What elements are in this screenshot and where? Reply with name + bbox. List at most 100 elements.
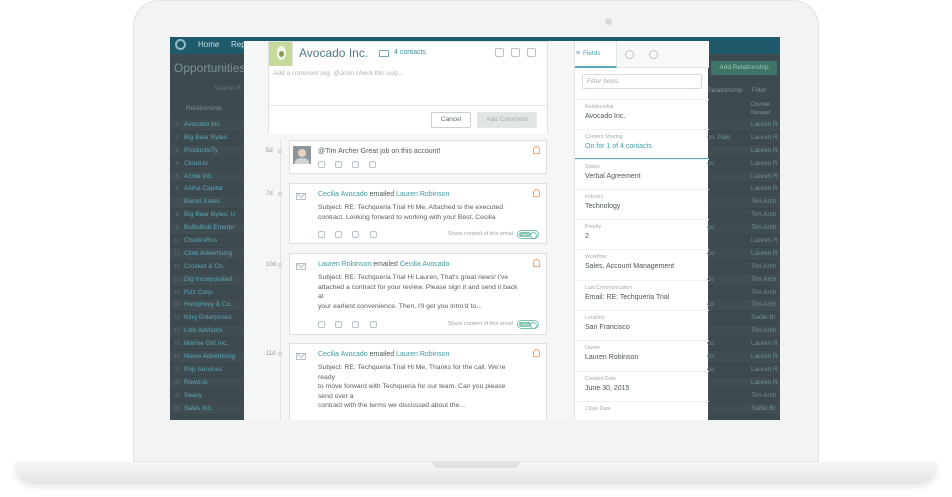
timeline-age: 11d [266,351,276,357]
field-label: Created Date [585,376,616,382]
email-body-line: contract with the terms we discussed abo… [318,402,465,410]
reply-all-icon[interactable] [352,231,359,238]
tab-fields[interactable]: Fields [575,41,617,68]
timeline-dot [278,149,282,153]
comment-icon[interactable] [527,48,536,57]
row-number: 14 [174,289,180,296]
trash-icon[interactable] [369,161,376,168]
comment-input[interactable]: Add a comment (eg. @John check this out)… [273,70,403,77]
recipient-link[interactable]: Lauren Robinson [396,191,449,198]
email-item: Cecilia Avocado emailed Lauren Robinson … [289,183,547,244]
email-body-line: Subject: RE: Techqueria Trial Hi Me, Att… [318,204,503,211]
field-label: Content Sharing [585,134,623,140]
reply-all-icon[interactable] [352,321,359,328]
reply-icon[interactable] [318,231,325,238]
owner-name: Lauren R [751,146,778,154]
file-icon[interactable] [511,48,520,57]
field-content-sharing[interactable]: Content Sharing On for 1 of 4 contacts [575,129,709,159]
like-icon[interactable] [335,321,342,328]
toggle-label: YES [521,322,530,327]
row-number: 19 [174,354,180,361]
field-priority[interactable]: Priority 2 [575,219,709,249]
share-toggle[interactable]: YES [517,230,539,239]
bell-icon[interactable] [533,146,540,154]
mail-icon [296,193,306,200]
app-logo-icon[interactable] [175,39,186,50]
fields-panel: Fields Filter fields Relationship Avocad… [574,41,709,420]
field-label: Relationship [585,104,614,110]
row-number: 23 [174,405,180,412]
column-header-relationship[interactable]: Relationship [186,105,222,112]
owner-cell: Tim Arch [707,261,780,274]
location-cell: co [707,365,714,373]
bell-icon[interactable] [533,189,540,197]
location-cell: co [707,353,714,361]
owner-name: Lauren R [751,159,778,167]
panel-tabs: Fields [575,41,709,68]
field-label: Industry [585,194,604,200]
share-toggle[interactable]: YES [517,320,539,329]
owner-name: Tim Arch [751,391,777,399]
field-close-date[interactable]: Close Date [575,401,709,420]
contacts-link[interactable]: 4 contacts [394,49,426,56]
sender-link[interactable]: Lauren Robinson [318,261,371,268]
owner-cell: co Tim Arch [707,299,780,312]
location-cell: co [707,340,714,348]
like-icon[interactable] [335,161,342,168]
sender-link[interactable]: Cecilia Avocado [318,351,368,358]
owner-cell: Lauren R [707,377,780,390]
comment-toolbar: Cancel Add Comment [269,105,547,134]
field-workflow[interactable]: Workflow Sales, Account Management [575,249,709,280]
owner-cell: co Lauren R [707,158,780,171]
owner-column: Lauren R co, Palo Lauren R Lauren R co Lauren… [707,119,780,415]
bell-icon[interactable] [533,349,540,357]
field-value: Email: RE: Techqueria Trial [585,294,670,301]
reply-icon[interactable] [318,161,325,168]
field-value: Lauren Robinson [585,354,639,361]
field-owner[interactable]: Owner Lauren Robinson [575,340,709,371]
reminder-tab-icon[interactable] [625,50,634,59]
timeline-line [280,139,281,420]
bell-icon[interactable] [533,259,540,267]
timeline-age: 10d [266,262,277,268]
field-relationship[interactable]: Relationship Avocado Inc. [575,99,709,129]
owner-name: Lauren R [751,340,778,348]
forward-icon[interactable] [370,231,377,238]
field-industry[interactable]: Industry Technology [575,189,709,219]
recipient-link[interactable]: Cecilia Avocado [400,261,450,268]
owner-name: Tim Arch [751,198,777,206]
row-number: 7 [175,199,179,206]
column-header-relationship-2[interactable]: Relationship [707,87,743,94]
add-relationship-button[interactable]: Add Relationship [711,61,777,75]
nav-home[interactable]: Home [198,40,219,49]
tag-icon[interactable] [495,48,504,57]
like-icon[interactable] [335,231,342,238]
add-comment-button[interactable]: Add Comment [477,112,537,128]
row-number: 22 [174,392,180,399]
location-cell: co [707,275,714,283]
search-input[interactable]: Search R [214,85,241,92]
recipient-link[interactable]: Lauren Robinson [396,351,449,358]
owner-name: Tim Arch [751,262,777,270]
field-created-date[interactable]: Created Date June 30, 2015 [575,371,709,401]
edit-icon[interactable] [352,161,359,168]
row-number: 10 [174,238,180,245]
company-name: Avocado Inc. [299,46,369,60]
reply-icon[interactable] [318,321,325,328]
filter-button[interactable]: Filter [752,87,766,94]
owner-name: Lauren R [751,249,778,257]
field-label: Owner [585,345,601,351]
row-number: 11 [174,250,180,257]
email-verb: emailed [373,261,398,268]
sender-link[interactable]: Cecilia Avocado [318,191,368,198]
field-last-communication[interactable]: Last Communication Email: RE: Techqueria… [575,280,709,310]
field-status[interactable]: Status Verbal Agreement [575,159,709,189]
field-location[interactable]: Location San Francisco [575,310,709,340]
column-header-owner[interactable]: Owner [751,101,770,108]
cancel-button[interactable]: Cancel [431,112,471,128]
forward-icon[interactable] [370,321,377,328]
email-body-line: Subject: RE: Techqueria Trial Hi Lauren,… [318,274,509,281]
field-value: June 30, 2015 [585,385,630,392]
filter-fields-input[interactable]: Filter fields [582,74,702,89]
share-tab-icon[interactable] [649,50,658,59]
